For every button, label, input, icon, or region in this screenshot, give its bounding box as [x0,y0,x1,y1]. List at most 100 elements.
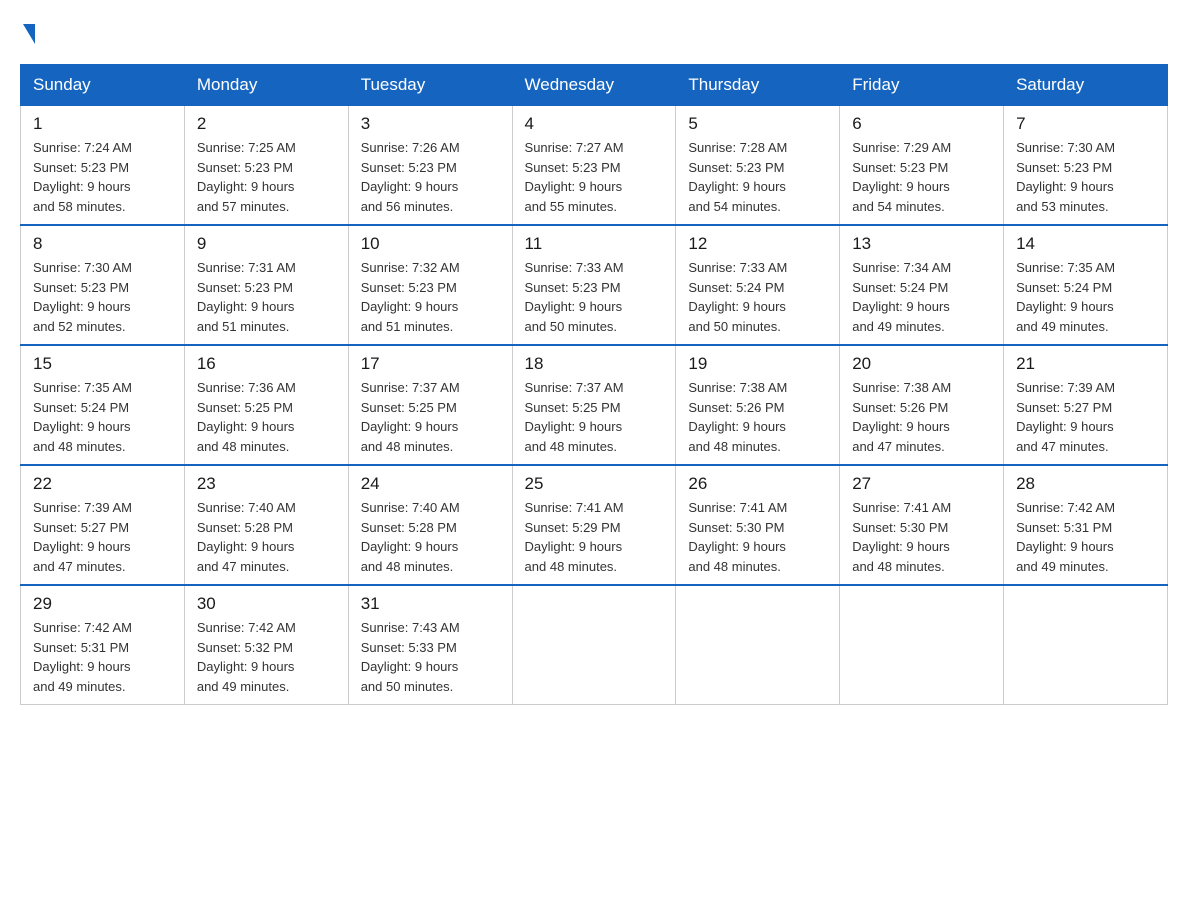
header-tuesday: Tuesday [348,65,512,106]
day-number: 18 [525,354,664,374]
day-number: 26 [688,474,827,494]
day-info: Sunrise: 7:41 AM Sunset: 5:30 PM Dayligh… [688,498,827,576]
day-info: Sunrise: 7:27 AM Sunset: 5:23 PM Dayligh… [525,138,664,216]
day-number: 14 [1016,234,1155,254]
day-number: 2 [197,114,336,134]
calendar-table: Sunday Monday Tuesday Wednesday Thursday… [20,64,1168,705]
calendar-cell: 5 Sunrise: 7:28 AM Sunset: 5:23 PM Dayli… [676,106,840,226]
day-info: Sunrise: 7:30 AM Sunset: 5:23 PM Dayligh… [33,258,172,336]
logo [20,20,35,44]
day-info: Sunrise: 7:26 AM Sunset: 5:23 PM Dayligh… [361,138,500,216]
day-info: Sunrise: 7:39 AM Sunset: 5:27 PM Dayligh… [33,498,172,576]
calendar-cell: 13 Sunrise: 7:34 AM Sunset: 5:24 PM Dayl… [840,225,1004,345]
calendar-cell: 6 Sunrise: 7:29 AM Sunset: 5:23 PM Dayli… [840,106,1004,226]
day-info: Sunrise: 7:42 AM Sunset: 5:31 PM Dayligh… [33,618,172,696]
day-number: 8 [33,234,172,254]
calendar-cell: 23 Sunrise: 7:40 AM Sunset: 5:28 PM Dayl… [184,465,348,585]
day-info: Sunrise: 7:40 AM Sunset: 5:28 PM Dayligh… [197,498,336,576]
calendar-cell [676,585,840,705]
day-number: 1 [33,114,172,134]
calendar-cell: 2 Sunrise: 7:25 AM Sunset: 5:23 PM Dayli… [184,106,348,226]
calendar-week-2: 8 Sunrise: 7:30 AM Sunset: 5:23 PM Dayli… [21,225,1168,345]
calendar-cell: 26 Sunrise: 7:41 AM Sunset: 5:30 PM Dayl… [676,465,840,585]
day-number: 12 [688,234,827,254]
day-number: 21 [1016,354,1155,374]
calendar-cell [840,585,1004,705]
calendar-cell: 22 Sunrise: 7:39 AM Sunset: 5:27 PM Dayl… [21,465,185,585]
day-info: Sunrise: 7:34 AM Sunset: 5:24 PM Dayligh… [852,258,991,336]
calendar-cell: 4 Sunrise: 7:27 AM Sunset: 5:23 PM Dayli… [512,106,676,226]
day-info: Sunrise: 7:33 AM Sunset: 5:24 PM Dayligh… [688,258,827,336]
day-info: Sunrise: 7:33 AM Sunset: 5:23 PM Dayligh… [525,258,664,336]
calendar-cell: 28 Sunrise: 7:42 AM Sunset: 5:31 PM Dayl… [1004,465,1168,585]
day-info: Sunrise: 7:40 AM Sunset: 5:28 PM Dayligh… [361,498,500,576]
header-sunday: Sunday [21,65,185,106]
calendar-cell: 25 Sunrise: 7:41 AM Sunset: 5:29 PM Dayl… [512,465,676,585]
calendar-cell: 12 Sunrise: 7:33 AM Sunset: 5:24 PM Dayl… [676,225,840,345]
calendar-cell: 7 Sunrise: 7:30 AM Sunset: 5:23 PM Dayli… [1004,106,1168,226]
calendar-cell: 17 Sunrise: 7:37 AM Sunset: 5:25 PM Dayl… [348,345,512,465]
day-number: 24 [361,474,500,494]
day-info: Sunrise: 7:30 AM Sunset: 5:23 PM Dayligh… [1016,138,1155,216]
day-info: Sunrise: 7:24 AM Sunset: 5:23 PM Dayligh… [33,138,172,216]
calendar-cell: 20 Sunrise: 7:38 AM Sunset: 5:26 PM Dayl… [840,345,1004,465]
calendar-header-row: Sunday Monday Tuesday Wednesday Thursday… [21,65,1168,106]
day-number: 20 [852,354,991,374]
day-number: 31 [361,594,500,614]
day-number: 27 [852,474,991,494]
day-info: Sunrise: 7:35 AM Sunset: 5:24 PM Dayligh… [1016,258,1155,336]
day-info: Sunrise: 7:28 AM Sunset: 5:23 PM Dayligh… [688,138,827,216]
header-saturday: Saturday [1004,65,1168,106]
calendar-cell [1004,585,1168,705]
calendar-cell: 8 Sunrise: 7:30 AM Sunset: 5:23 PM Dayli… [21,225,185,345]
day-info: Sunrise: 7:35 AM Sunset: 5:24 PM Dayligh… [33,378,172,456]
calendar-cell: 9 Sunrise: 7:31 AM Sunset: 5:23 PM Dayli… [184,225,348,345]
calendar-cell: 11 Sunrise: 7:33 AM Sunset: 5:23 PM Dayl… [512,225,676,345]
day-info: Sunrise: 7:29 AM Sunset: 5:23 PM Dayligh… [852,138,991,216]
day-number: 19 [688,354,827,374]
day-number: 9 [197,234,336,254]
day-number: 25 [525,474,664,494]
calendar-cell: 18 Sunrise: 7:37 AM Sunset: 5:25 PM Dayl… [512,345,676,465]
day-number: 4 [525,114,664,134]
calendar-cell: 10 Sunrise: 7:32 AM Sunset: 5:23 PM Dayl… [348,225,512,345]
day-number: 13 [852,234,991,254]
calendar-week-1: 1 Sunrise: 7:24 AM Sunset: 5:23 PM Dayli… [21,106,1168,226]
logo-triangle-icon [23,24,35,44]
calendar-week-4: 22 Sunrise: 7:39 AM Sunset: 5:27 PM Dayl… [21,465,1168,585]
day-number: 30 [197,594,336,614]
calendar-cell: 3 Sunrise: 7:26 AM Sunset: 5:23 PM Dayli… [348,106,512,226]
day-info: Sunrise: 7:42 AM Sunset: 5:32 PM Dayligh… [197,618,336,696]
calendar-cell: 29 Sunrise: 7:42 AM Sunset: 5:31 PM Dayl… [21,585,185,705]
calendar-cell: 1 Sunrise: 7:24 AM Sunset: 5:23 PM Dayli… [21,106,185,226]
day-info: Sunrise: 7:36 AM Sunset: 5:25 PM Dayligh… [197,378,336,456]
day-info: Sunrise: 7:37 AM Sunset: 5:25 PM Dayligh… [361,378,500,456]
day-number: 17 [361,354,500,374]
day-info: Sunrise: 7:38 AM Sunset: 5:26 PM Dayligh… [688,378,827,456]
day-number: 22 [33,474,172,494]
header-thursday: Thursday [676,65,840,106]
day-info: Sunrise: 7:32 AM Sunset: 5:23 PM Dayligh… [361,258,500,336]
day-info: Sunrise: 7:38 AM Sunset: 5:26 PM Dayligh… [852,378,991,456]
calendar-cell: 30 Sunrise: 7:42 AM Sunset: 5:32 PM Dayl… [184,585,348,705]
day-number: 10 [361,234,500,254]
calendar-cell: 27 Sunrise: 7:41 AM Sunset: 5:30 PM Dayl… [840,465,1004,585]
calendar-cell: 24 Sunrise: 7:40 AM Sunset: 5:28 PM Dayl… [348,465,512,585]
day-info: Sunrise: 7:41 AM Sunset: 5:30 PM Dayligh… [852,498,991,576]
day-number: 11 [525,234,664,254]
day-info: Sunrise: 7:37 AM Sunset: 5:25 PM Dayligh… [525,378,664,456]
calendar-cell [512,585,676,705]
header-wednesday: Wednesday [512,65,676,106]
calendar-cell: 31 Sunrise: 7:43 AM Sunset: 5:33 PM Dayl… [348,585,512,705]
day-info: Sunrise: 7:31 AM Sunset: 5:23 PM Dayligh… [197,258,336,336]
day-number: 16 [197,354,336,374]
day-info: Sunrise: 7:42 AM Sunset: 5:31 PM Dayligh… [1016,498,1155,576]
day-info: Sunrise: 7:43 AM Sunset: 5:33 PM Dayligh… [361,618,500,696]
day-number: 15 [33,354,172,374]
calendar-cell: 19 Sunrise: 7:38 AM Sunset: 5:26 PM Dayl… [676,345,840,465]
day-info: Sunrise: 7:41 AM Sunset: 5:29 PM Dayligh… [525,498,664,576]
header-friday: Friday [840,65,1004,106]
calendar-cell: 15 Sunrise: 7:35 AM Sunset: 5:24 PM Dayl… [21,345,185,465]
day-number: 7 [1016,114,1155,134]
day-number: 29 [33,594,172,614]
